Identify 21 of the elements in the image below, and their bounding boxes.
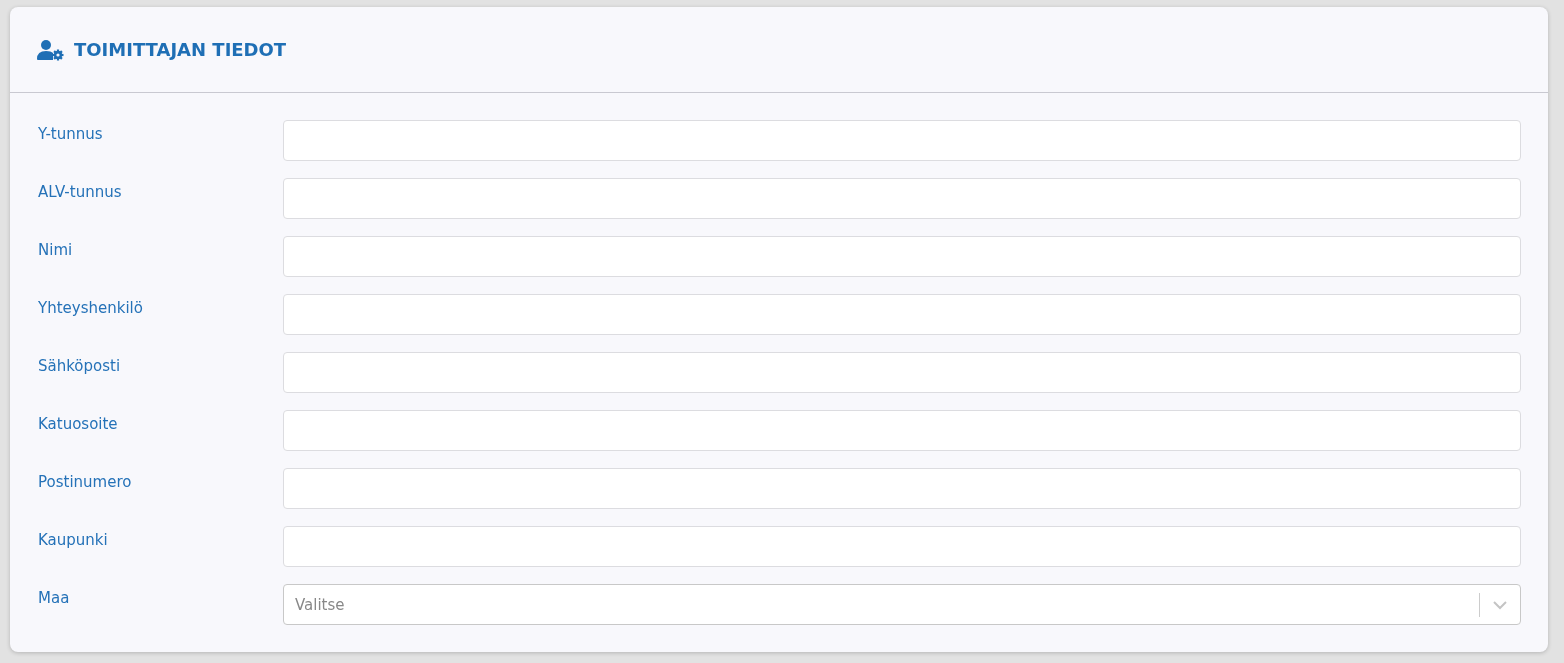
field-label: Yhteyshenkilö bbox=[38, 298, 144, 317]
field-label: ALV-tunnus bbox=[38, 182, 123, 201]
input-field[interactable] bbox=[283, 468, 1521, 509]
input-field[interactable] bbox=[283, 294, 1521, 335]
input-field[interactable] bbox=[283, 120, 1521, 161]
field-label: Kaupunki bbox=[38, 530, 109, 549]
input-field[interactable] bbox=[283, 178, 1521, 219]
field-label: Katuosoite bbox=[38, 414, 119, 433]
chevron-down-icon bbox=[1492, 599, 1508, 610]
input-field[interactable] bbox=[283, 526, 1521, 567]
input-field[interactable] bbox=[283, 236, 1521, 277]
field-label: Sähköposti bbox=[38, 356, 122, 375]
field-label: Maa bbox=[38, 588, 71, 607]
panel-title: TOIMITTAJAN TIEDOT bbox=[74, 39, 287, 60]
select-field[interactable]: Valitse bbox=[283, 584, 1521, 625]
field-label: Postinumero bbox=[38, 472, 133, 491]
input-field[interactable] bbox=[283, 410, 1521, 451]
field-label: Y-tunnus bbox=[38, 124, 104, 143]
user-settings-icon bbox=[37, 38, 64, 61]
input-field[interactable] bbox=[283, 352, 1521, 393]
field-label: Nimi bbox=[38, 240, 74, 259]
